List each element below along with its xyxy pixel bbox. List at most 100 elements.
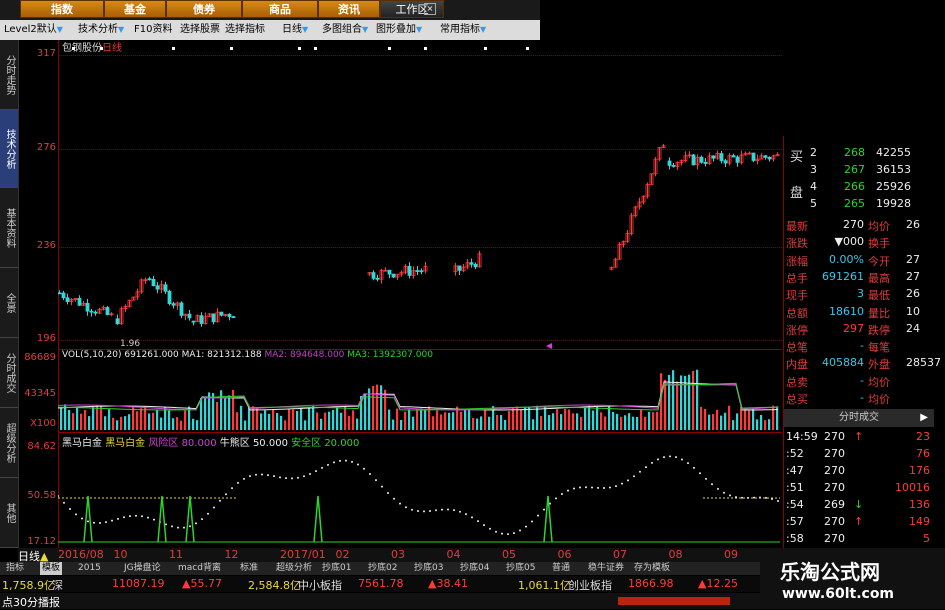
tick-volume: 149 — [909, 515, 930, 528]
template-tabs: 指标 模板 2015 JG操盘论 macd背离 标准 超级分析 抄底01 抄底02 抄底03 抄底0… — [0, 562, 760, 575]
volume-bar — [320, 418, 323, 430]
volume-bar — [96, 405, 99, 430]
template-tab[interactable]: 抄底02 — [366, 562, 399, 575]
event-marker — [484, 47, 487, 50]
menu-fund[interactable]: 基金 — [104, 0, 166, 18]
indicator-tick: 50.58 — [27, 490, 56, 501]
volume-bar — [680, 375, 683, 430]
toolbar-level2[interactable]: Level2默认▼ — [4, 22, 63, 38]
menu-news[interactable]: 资讯 — [318, 0, 380, 18]
indicator-dot — [315, 470, 317, 473]
candlestick-chart[interactable] — [58, 40, 783, 350]
signal-spike — [83, 495, 93, 543]
toolbar-select-stock[interactable]: 选择股票 — [180, 22, 220, 38]
indicator-dot — [441, 508, 443, 511]
indicator-dot — [279, 476, 281, 479]
volume-bar — [696, 369, 699, 430]
tick-time: :54 — [786, 498, 804, 511]
volume-bar — [724, 412, 727, 430]
candle-body — [115, 318, 120, 325]
template-tab[interactable]: 超级分析 — [274, 562, 314, 575]
volume-bar — [720, 415, 723, 430]
menu-commodity[interactable]: 商品 — [242, 0, 318, 18]
indicator-dot — [669, 455, 671, 458]
volume-bar — [636, 416, 639, 430]
toolbar-daily[interactable]: 日线▼ — [282, 22, 308, 38]
candle-body — [85, 302, 90, 312]
toolbar-common-indicator[interactable]: 常用指标▼ — [440, 22, 486, 38]
buy-label: 买 — [790, 150, 804, 165]
bid-row: 3 267 36153 — [810, 163, 934, 178]
volume-bar — [228, 395, 231, 430]
indicator-dot — [267, 474, 269, 477]
tab-panorama[interactable]: 全景 — [0, 268, 18, 338]
template-tab[interactable]: 存为模板 — [632, 562, 672, 575]
volume-bar — [88, 416, 91, 430]
template-tab[interactable]: 抄底05 — [504, 562, 537, 575]
template-tab[interactable]: JG操盘论 — [122, 562, 163, 575]
indicator-dot — [213, 506, 215, 509]
volume-bar — [244, 420, 247, 430]
tick-time: :51 — [786, 481, 804, 494]
tab-super-analysis[interactable]: 超级分析 — [0, 408, 18, 478]
candle-body — [711, 155, 716, 159]
indicator-dot — [591, 486, 593, 489]
template-tab[interactable]: 指标 — [4, 562, 26, 575]
volume-bar — [748, 410, 751, 430]
tab-other[interactable]: 其他 — [0, 478, 18, 548]
template-tab[interactable]: 抄底03 — [412, 562, 445, 575]
template-tab[interactable]: 2015 — [76, 562, 103, 575]
template-tab[interactable]: 稳牛证券 — [586, 562, 626, 575]
candle-body — [731, 155, 736, 158]
indicator-dot — [597, 486, 599, 489]
vol-ma3: MA3: 1392307.000 — [347, 350, 433, 360]
toolbar-f10[interactable]: F10资料 — [134, 22, 172, 38]
stat-row: 总额 18610 量比 10 — [784, 305, 934, 320]
stat-value: 27 — [906, 269, 920, 283]
play-icon[interactable]: ▶ — [920, 409, 928, 427]
candle-body — [407, 266, 412, 276]
vol-ma1: MA1: 821312.188 — [181, 350, 262, 360]
volume-bar — [532, 419, 535, 430]
template-tab[interactable]: 抄底01 — [320, 562, 353, 575]
brand-title: 乐淘公式网 — [780, 560, 880, 584]
template-tab[interactable]: 抄底04 — [458, 562, 491, 575]
template-tab[interactable]: 模板 — [40, 562, 63, 575]
indicator-dot — [129, 515, 131, 518]
toolbar-multi[interactable]: 多图组合▼ — [322, 22, 368, 38]
menu-index[interactable]: 指数 — [20, 0, 104, 18]
indicator-dot — [231, 487, 233, 490]
tab-fundamentals[interactable]: 基本资料 — [0, 188, 18, 268]
template-tab[interactable]: 标准 — [238, 562, 260, 575]
index-bar: 1,758.9亿深 11087.19 ▲55.77 2,584.8亿 中小板指 7561.… — [0, 576, 881, 592]
toolbar-select-indicator[interactable]: 选择指标 — [225, 22, 265, 38]
template-tab[interactable]: 普通 — [550, 562, 572, 575]
toolbar-tech[interactable]: 技术分析▼ — [78, 22, 124, 38]
toolbar-overlay[interactable]: 图形叠加▼ — [376, 22, 422, 38]
volume-bar — [324, 412, 327, 430]
tab-technical[interactable]: 技术分析 — [0, 110, 18, 188]
indicator-dot — [369, 473, 371, 476]
tab-tick-trades[interactable]: 分时成交 — [0, 338, 18, 408]
stat-label: 总买 — [786, 393, 808, 406]
candle-body — [751, 152, 756, 161]
volume-bar — [760, 414, 763, 430]
signal-spike — [543, 495, 553, 543]
close-icon[interactable]: × — [424, 3, 436, 15]
volume-bar — [136, 411, 139, 430]
volume-bar — [216, 402, 219, 430]
tab-intraday[interactable]: 分时走势 — [0, 40, 18, 110]
index-change: ▲12.25 — [698, 577, 738, 590]
indicator-dot — [609, 486, 611, 489]
volume-bar — [728, 405, 731, 430]
index-volume: 2,584.8亿 — [248, 579, 301, 592]
template-tab[interactable]: macd背离 — [176, 562, 223, 575]
stat-row: 涨停 297 跌停 24 — [784, 322, 934, 337]
dropdown-icon: ▼ — [416, 25, 423, 34]
indicator-dot — [105, 521, 107, 524]
volume-bar — [540, 416, 543, 430]
candle-body — [419, 270, 424, 273]
volume-bar — [140, 408, 143, 430]
menu-bond[interactable]: 债券 — [166, 0, 242, 18]
volume-bar — [644, 416, 647, 430]
